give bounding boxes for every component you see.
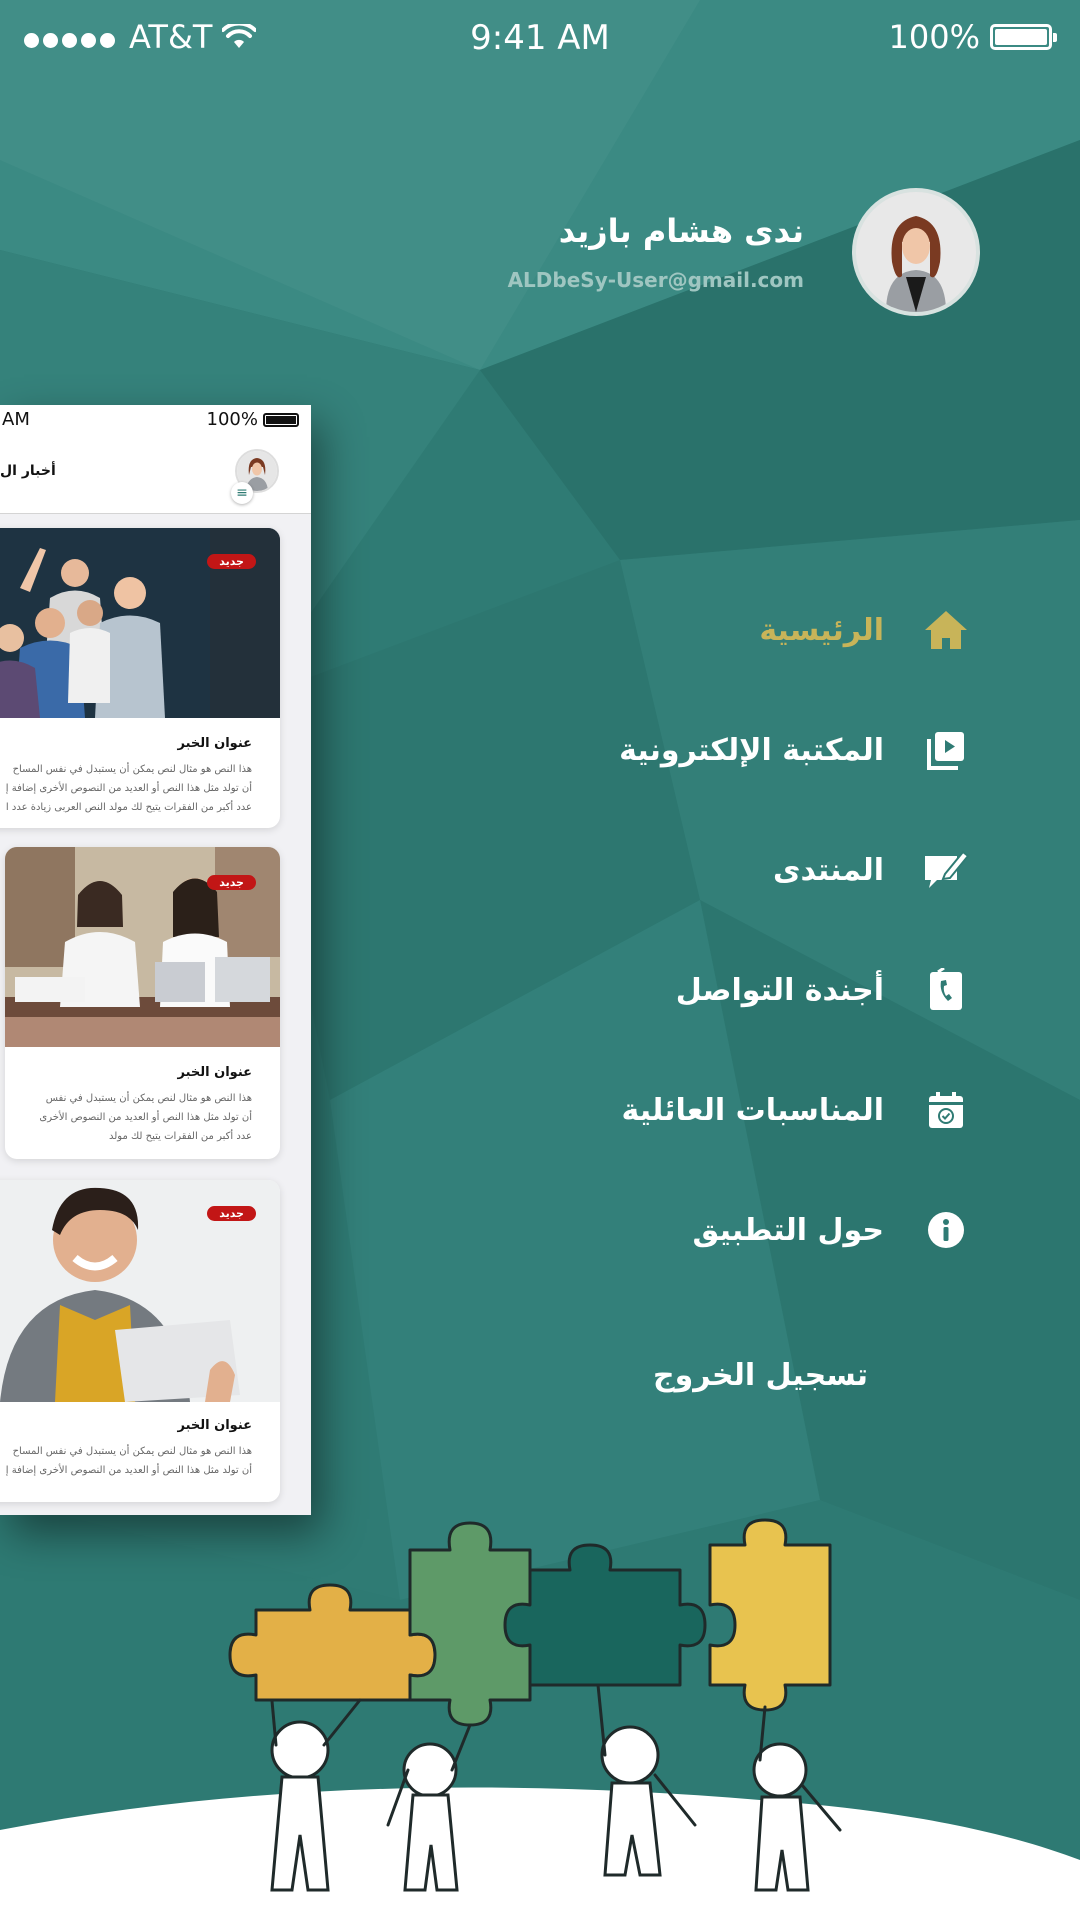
app-preview[interactable]: AM 100% أخبار ال ≡ جديد عنوان الخبر هذا … [0,405,311,1515]
news-title: عنوان الخبر [177,1065,252,1080]
status-bar: AT&T 9:41 AM 100% [0,0,1080,78]
calendar-check-icon [922,1086,970,1134]
news-body-line: عدد أكبر من الفقرات يتيح لك مولد [108,1131,252,1142]
forum-edit-icon [922,846,970,894]
preview-title: أخبار ال [0,463,56,479]
info-icon [922,1206,970,1254]
menu-item-label: أجندة التواصل [675,972,884,1008]
logout-button[interactable]: تسجيل الخروج [653,1358,868,1393]
preview-status-bar: AM 100% [0,405,311,435]
new-badge: جديد [207,875,256,890]
battery-icon [263,412,299,427]
news-body: هذا النص هو مثال لنص يمكن أن يستبدل في ن… [6,760,252,817]
video-library-icon [922,726,970,774]
menu-item-events[interactable]: المناسبات العائلية [410,1050,970,1170]
home-icon [922,606,970,654]
news-body-line: هذا النص هو مثال لنص يمكن أن يستبدل في ن… [45,1093,252,1104]
menu-item-about[interactable]: حول التطبيق [410,1170,970,1290]
news-card[interactable]: جديد عنوان الخبر هذا النص هو مثال لنص يم… [0,1180,280,1502]
contact-book-icon [922,966,970,1014]
menu-item-label: المنتدى [773,852,884,888]
news-body-line: هذا النص هو مثال لنص يمكن أن يستبدل في ن… [12,1446,252,1457]
news-title: عنوان الخبر [177,1418,252,1433]
menu-item-forum[interactable]: المنتدى [410,810,970,930]
news-card[interactable]: جديد عنوان الخبر هذا النص هو مثال لنص يم… [5,847,280,1159]
battery-icon [990,24,1057,50]
menu-item-contacts[interactable]: أجندة التواصل [410,930,970,1050]
profile-header[interactable]: ندى هشام بازيد ALDbeSy-User@gmail.com [508,188,980,316]
preview-header: أخبار ال ≡ [0,435,311,514]
profile-name: ندى هشام بازيد [558,212,804,250]
news-body-line: أن تولد مثل هذا النص أو العديد من النصوص… [5,783,252,794]
news-body-line: عدد أكبر من الفقرات يتيح لك مولد النص ال… [5,802,252,813]
avatar[interactable] [852,188,980,316]
news-title: عنوان الخبر [177,736,252,751]
new-badge: جديد [207,554,256,569]
menu-item-home[interactable]: الرئيسية [410,570,970,690]
news-body-line: أن تولد مثل هذا النص أو العديد من النصوص… [39,1112,252,1123]
menu-item-label: حول التطبيق [692,1212,884,1248]
menu-item-label: الرئيسية [759,612,884,648]
menu-item-label: المناسبات العائلية [621,1092,884,1128]
menu-item-library[interactable]: المكتبة الإلكترونية [410,690,970,810]
news-card[interactable]: جديد عنوان الخبر هذا النص هو مثال لنص يم… [0,528,280,828]
battery-indicator: 100% [888,18,1057,56]
preview-battery: 100% [207,409,299,430]
battery-percent: 100% [888,18,980,56]
hamburger-icon[interactable]: ≡ [231,482,253,504]
side-menu: الرئيسية المكتبة الإلكترونية المنتدى أجن… [410,570,970,1290]
preview-time: AM [2,409,30,430]
profile-email: ALDbeSy-User@gmail.com [507,268,804,292]
news-body-line: أن تولد مثل هذا النص أو العديد من النصوص… [5,1465,252,1476]
news-body-line: هذا النص هو مثال لنص يمكن أن يستبدل في ن… [12,764,252,775]
menu-item-label: المكتبة الإلكترونية [619,732,884,768]
preview-battery-percent: 100% [206,409,258,430]
new-badge: جديد [207,1206,256,1221]
puzzle-people-illustration [228,1518,842,1892]
news-body: هذا النص هو مثال لنص يمكن أن يستبدل في ن… [39,1089,252,1146]
news-body: هذا النص هو مثال لنص يمكن أن يستبدل في ن… [6,1442,252,1480]
